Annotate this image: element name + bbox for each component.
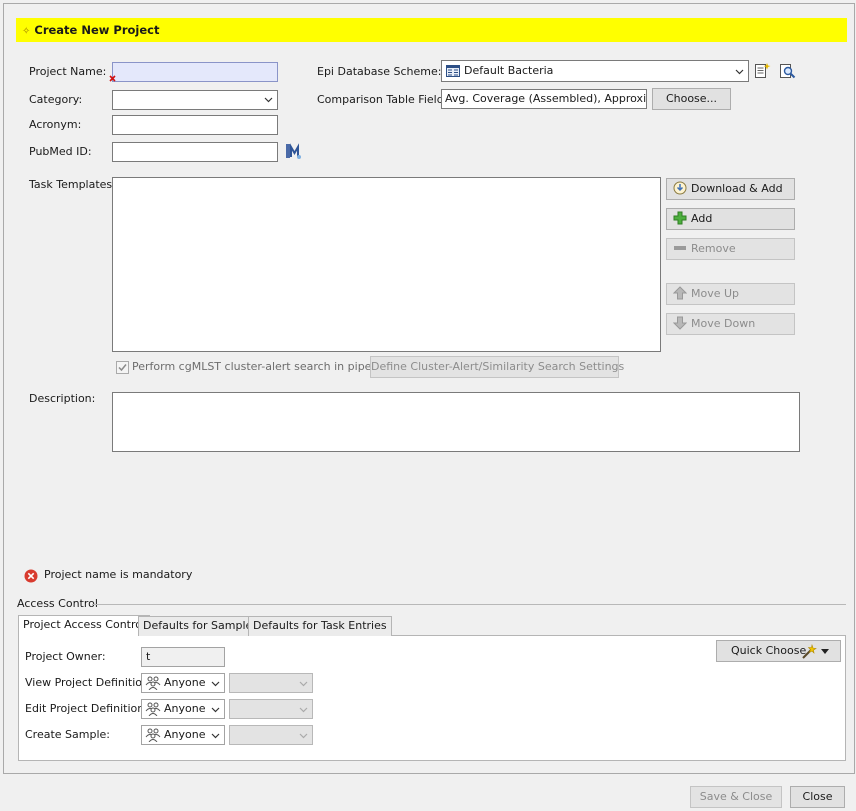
- dialog-title: Create New Project: [34, 23, 160, 37]
- add-label: Add: [691, 212, 713, 225]
- edit-definition-value: Anyone: [164, 702, 206, 715]
- people-icon: [145, 728, 161, 742]
- create-sample-value: Anyone: [164, 728, 206, 741]
- view-definition-group-select[interactable]: [229, 673, 313, 693]
- create-sample-select[interactable]: Anyone: [141, 725, 225, 745]
- close-button[interactable]: Close: [790, 786, 845, 808]
- plus-icon: [673, 211, 687, 225]
- project-name-input[interactable]: [112, 62, 278, 82]
- category-label: Category:: [29, 93, 83, 106]
- project-name-label: Project Name:: [29, 65, 107, 78]
- arrow-down-icon: [673, 316, 687, 330]
- comparison-fields-label: Comparison Table Fields:: [317, 93, 454, 106]
- move-down-button[interactable]: Move Down: [666, 313, 795, 335]
- dropdown-arrow-icon: [821, 649, 829, 654]
- database-scheme-icon: [446, 65, 460, 77]
- chevron-down-icon: [211, 733, 220, 739]
- new-scheme-icon[interactable]: [754, 62, 771, 79]
- access-control-divider: [92, 604, 846, 605]
- project-owner-label: Project Owner:: [25, 650, 106, 663]
- pubmed-label: PubMed ID:: [29, 145, 92, 158]
- dialog-title-bar: ✧ Create New Project: [16, 18, 847, 42]
- chevron-down-icon: [211, 707, 220, 713]
- epi-scheme-value: Default Bacteria: [464, 64, 554, 77]
- diamond-icon: ✧: [22, 26, 31, 37]
- download-add-button[interactable]: Download & Add: [666, 178, 795, 200]
- download-icon: [673, 181, 687, 195]
- remove-template-button[interactable]: Remove: [666, 238, 795, 260]
- tab-project-access-control[interactable]: Project Access Control: [18, 615, 151, 636]
- view-scheme-icon[interactable]: [779, 62, 796, 79]
- define-cluster-settings-button[interactable]: Define Cluster-Alert/Similarity Search S…: [370, 356, 624, 378]
- category-select[interactable]: [112, 90, 278, 110]
- task-templates-label: Task Templates:: [29, 178, 116, 191]
- choose-fields-button[interactable]: Choose...: [652, 88, 731, 110]
- people-icon: [145, 676, 161, 690]
- chevron-down-icon: [211, 681, 220, 687]
- create-sample-label: Create Sample:: [25, 728, 110, 741]
- add-template-button[interactable]: Add: [666, 208, 795, 230]
- pubmed-input[interactable]: [112, 142, 278, 162]
- view-definition-label: View Project Definition:: [25, 676, 153, 689]
- quick-choose-button[interactable]: Quick Choose: [716, 640, 841, 662]
- view-definition-value: Anyone: [164, 676, 206, 689]
- people-icon: [145, 702, 161, 716]
- move-up-label: Move Up: [691, 287, 740, 300]
- description-label: Description:: [29, 392, 96, 405]
- quick-choose-label: Quick Choose: [731, 644, 807, 657]
- pubmed-lookup-icon[interactable]: [285, 143, 302, 160]
- save-close-button[interactable]: Save & Close: [690, 786, 782, 808]
- chevron-down-icon: [299, 733, 308, 739]
- cluster-alert-label: Perform cgMLST cluster-alert search in p…: [132, 360, 398, 373]
- remove-label: Remove: [691, 242, 736, 255]
- arrow-up-icon: [673, 286, 687, 300]
- create-sample-group-select[interactable]: [229, 725, 313, 745]
- edit-definition-select[interactable]: Anyone: [141, 699, 225, 719]
- magic-wand-icon: [802, 644, 817, 659]
- edit-definition-group-select[interactable]: [229, 699, 313, 719]
- acronym-input[interactable]: [112, 115, 278, 135]
- download-add-label: Download & Add: [691, 182, 783, 195]
- comparison-fields-input[interactable]: Avg. Coverage (Assembled), Approximated: [441, 89, 647, 109]
- move-up-button[interactable]: Move Up: [666, 283, 795, 305]
- cluster-alert-checkbox[interactable]: [116, 361, 129, 374]
- access-control-heading: Access Control: [17, 597, 98, 610]
- minus-icon: [674, 246, 686, 250]
- tab-defaults-for-task-entries[interactable]: Defaults for Task Entries: [248, 616, 392, 636]
- chevron-down-icon: [264, 97, 273, 103]
- move-down-label: Move Down: [691, 317, 756, 330]
- epi-scheme-label: Epi Database Scheme:: [317, 65, 442, 78]
- task-templates-list[interactable]: [112, 177, 661, 352]
- validation-message: Project name is mandatory: [44, 568, 193, 581]
- epi-scheme-select[interactable]: Default Bacteria: [441, 60, 749, 82]
- tab-defaults-for-samples[interactable]: Defaults for Samples: [138, 616, 264, 636]
- chevron-down-icon: [299, 681, 308, 687]
- error-icon: [24, 569, 38, 583]
- description-input[interactable]: [112, 392, 800, 452]
- chevron-down-icon: [299, 707, 308, 713]
- project-owner-field: t: [141, 647, 225, 667]
- acronym-label: Acronym:: [29, 118, 82, 131]
- error-mark-icon: [109, 75, 116, 82]
- view-definition-select[interactable]: Anyone: [141, 673, 225, 693]
- chevron-down-icon: [735, 69, 744, 75]
- edit-definition-label: Edit Project Definition:: [25, 702, 148, 715]
